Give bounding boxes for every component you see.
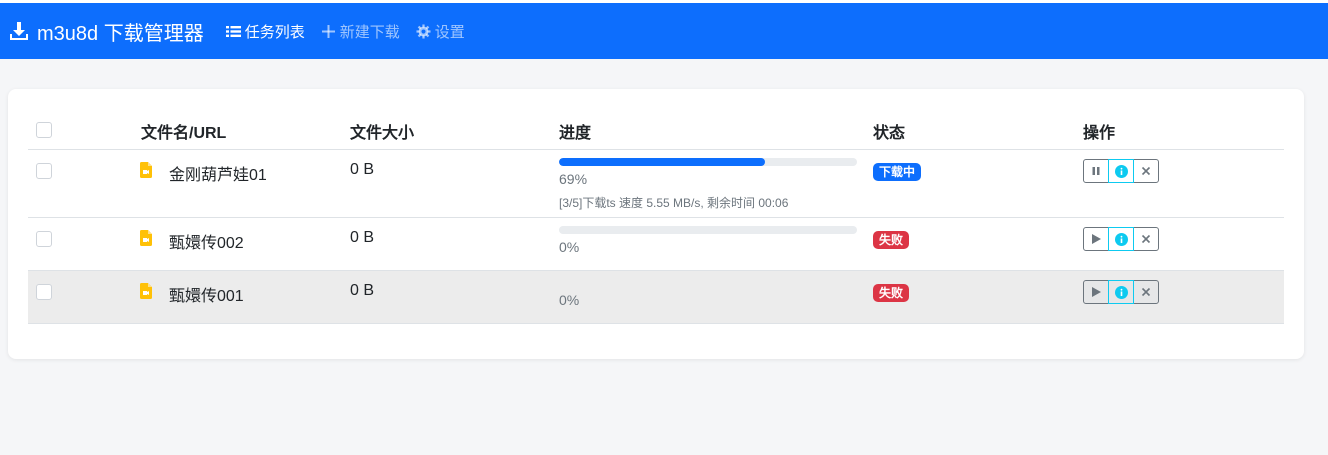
file-size: 0 B bbox=[350, 229, 375, 246]
info-button[interactable] bbox=[1108, 159, 1134, 183]
progress-detail: [3/5]下载ts 速度 5.55 MB/s, 剩余时间 00:06 bbox=[559, 196, 789, 210]
start-button[interactable] bbox=[1083, 280, 1109, 304]
progress-bar bbox=[559, 158, 857, 166]
row-checkbox[interactable] bbox=[36, 231, 52, 247]
nav-item-task-list[interactable]: 任务列表 bbox=[225, 21, 305, 42]
nav-item-label: 任务列表 bbox=[244, 23, 305, 41]
info-icon bbox=[1114, 164, 1128, 178]
progress-percent: 69% bbox=[559, 171, 588, 187]
header-size: 文件大小 bbox=[350, 125, 415, 142]
play-icon bbox=[1092, 287, 1101, 297]
file-name[interactable]: 甄嬛传001 bbox=[169, 282, 244, 306]
brand-title: m3u8d 下载管理器 bbox=[37, 22, 204, 45]
header-status: 状态 bbox=[873, 125, 906, 142]
status-badge: 下载中 bbox=[873, 163, 922, 181]
play-icon bbox=[1092, 234, 1101, 244]
table-row: 金刚葫芦娃01 0 B 69% [3/5]下载ts 速度 5.55 MB/s, … bbox=[28, 150, 1284, 218]
file-size: 0 B bbox=[350, 161, 375, 178]
close-icon bbox=[1141, 166, 1151, 176]
close-icon bbox=[1141, 234, 1151, 244]
video-file-icon bbox=[140, 283, 152, 299]
header-actions: 操作 bbox=[1083, 125, 1116, 142]
row-action-buttons bbox=[1083, 227, 1159, 251]
nav-item-label: 设置 bbox=[434, 23, 465, 41]
nav-item-label: 新建下载 bbox=[339, 23, 400, 41]
progress-fill bbox=[559, 158, 765, 166]
plus-icon bbox=[321, 24, 335, 38]
gear-icon bbox=[416, 23, 431, 39]
file-size: 0 B bbox=[350, 282, 375, 299]
header-progress: 进度 bbox=[559, 125, 592, 142]
header-name: 文件名/URL bbox=[141, 125, 227, 142]
table-header: 文件名/URL 文件大小 进度 状态 操作 bbox=[28, 109, 1284, 150]
status-badge: 失败 bbox=[873, 284, 910, 302]
delete-button[interactable] bbox=[1133, 159, 1159, 183]
close-icon bbox=[1141, 287, 1151, 297]
delete-button[interactable] bbox=[1133, 227, 1159, 251]
progress-percent: 0% bbox=[559, 292, 580, 308]
task-card: 文件名/URL 文件大小 进度 状态 操作 金刚葫芦娃01 0 B 69% [3… bbox=[8, 89, 1304, 359]
row-action-buttons bbox=[1083, 159, 1159, 183]
nav-item-settings[interactable]: 设置 bbox=[416, 21, 465, 42]
info-icon bbox=[1114, 285, 1128, 299]
nav-item-new-download[interactable]: 新建下载 bbox=[321, 21, 400, 42]
navbar: m3u8d 下载管理器 任务列表 新建下载 设置 bbox=[0, 3, 1328, 59]
table-row: 甄嬛传002 0 B 0% 失败 bbox=[28, 218, 1284, 271]
list-icon bbox=[225, 25, 241, 37]
row-checkbox[interactable] bbox=[36, 284, 52, 300]
start-button[interactable] bbox=[1083, 227, 1109, 251]
row-action-buttons bbox=[1083, 280, 1159, 304]
row-checkbox[interactable] bbox=[36, 163, 52, 179]
pause-button[interactable] bbox=[1083, 159, 1109, 183]
download-icon bbox=[10, 22, 28, 40]
info-icon bbox=[1114, 232, 1128, 246]
info-button[interactable] bbox=[1108, 227, 1134, 251]
progress-bar bbox=[559, 226, 857, 234]
brand[interactable]: m3u8d 下载管理器 bbox=[8, 17, 204, 46]
select-all-checkbox[interactable] bbox=[36, 122, 52, 138]
file-name[interactable]: 甄嬛传002 bbox=[169, 229, 244, 253]
status-badge: 失败 bbox=[873, 231, 910, 249]
delete-button[interactable] bbox=[1133, 280, 1159, 304]
pause-icon bbox=[1092, 167, 1100, 175]
file-name[interactable]: 金刚葫芦娃01 bbox=[169, 161, 267, 185]
video-file-icon bbox=[140, 162, 152, 178]
info-button[interactable] bbox=[1108, 280, 1134, 304]
progress-percent: 0% bbox=[559, 239, 580, 255]
table-row: 甄嬛传001 0 B 0% 失败 bbox=[28, 271, 1284, 324]
nav-menu: 任务列表 新建下载 设置 bbox=[225, 21, 481, 42]
video-file-icon bbox=[140, 230, 152, 246]
